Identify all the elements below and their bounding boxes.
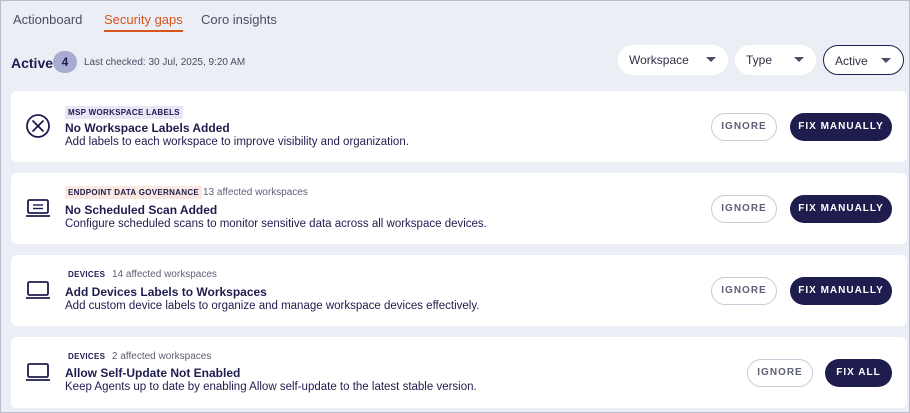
- last-checked-timestamp: Last checked: 30 Jul, 2025, 9:20 AM: [84, 57, 246, 68]
- status-title: Active: [11, 55, 54, 71]
- state-filter-label: Active: [835, 54, 868, 68]
- security-gap-card: DEVICES 14 affected workspaces Add Devic…: [11, 255, 907, 326]
- status-bar: Active 4 Last checked: 30 Jul, 2025, 9:2…: [1, 45, 909, 79]
- affected-count: 2 affected workspaces: [112, 351, 212, 362]
- ignore-button[interactable]: IGNORE: [747, 359, 813, 387]
- category-tag: ENDPOINT DATA GOVERNANCE: [65, 186, 203, 199]
- tab-actionboard[interactable]: Actionboard: [13, 12, 82, 27]
- security-gap-card: DEVICES 2 affected workspaces Allow Self…: [11, 337, 907, 408]
- workspace-filter-select[interactable]: Workspace: [618, 45, 728, 75]
- category-tag: DEVICES: [68, 352, 106, 361]
- chevron-down-icon: [706, 57, 716, 62]
- affected-count: 14 affected workspaces: [112, 269, 217, 280]
- ignore-button[interactable]: IGNORE: [711, 195, 777, 223]
- ignore-button[interactable]: IGNORE: [711, 113, 777, 141]
- ignore-button[interactable]: IGNORE: [711, 277, 777, 305]
- blocked-circle-icon: [25, 113, 51, 139]
- tab-coro-insights[interactable]: Coro insights: [201, 12, 277, 27]
- count-badge: 4: [53, 51, 77, 73]
- fix-all-button[interactable]: FIX ALL: [825, 359, 892, 387]
- category-tag: MSP WORKSPACE LABELS: [65, 106, 183, 119]
- card-title: Allow Self-Update Not Enabled: [65, 366, 241, 380]
- card-description: Keep Agents up to date by enabling Allow…: [65, 381, 477, 393]
- card-description: Configure scheduled scans to monitor sen…: [65, 218, 487, 230]
- card-title: Add Devices Labels to Workspaces: [65, 285, 267, 299]
- security-gap-card: MSP WORKSPACE LABELS No Workspace Labels…: [11, 91, 907, 162]
- card-description: Add labels to each workspace to improve …: [65, 136, 409, 148]
- state-filter-select[interactable]: Active: [823, 45, 904, 75]
- workspace-filter-label: Workspace: [629, 53, 689, 67]
- fix-manually-button[interactable]: FIX MANUALLY: [790, 277, 892, 305]
- category-tag: DEVICES: [68, 270, 106, 279]
- fix-manually-button[interactable]: FIX MANUALLY: [790, 195, 892, 223]
- tab-bar: Actionboard Security gaps Coro insights: [1, 1, 909, 35]
- card-title: No Workspace Labels Added: [65, 121, 230, 135]
- security-gap-card: ENDPOINT DATA GOVERNANCE 13 affected wor…: [11, 173, 907, 244]
- chevron-down-icon: [794, 57, 804, 62]
- fix-manually-button[interactable]: FIX MANUALLY: [790, 113, 892, 141]
- card-description: Add custom device labels to organize and…: [65, 300, 480, 312]
- chevron-down-icon: [881, 58, 891, 63]
- card-title: No Scheduled Scan Added: [65, 203, 218, 217]
- laptop-data-icon: [25, 195, 51, 221]
- type-filter-label: Type: [746, 53, 773, 67]
- type-filter-select[interactable]: Type: [735, 45, 816, 75]
- laptop-icon: [25, 277, 51, 303]
- laptop-icon: [25, 359, 51, 385]
- affected-count: 13 affected workspaces: [203, 187, 308, 198]
- tab-security-gaps[interactable]: Security gaps: [104, 12, 183, 32]
